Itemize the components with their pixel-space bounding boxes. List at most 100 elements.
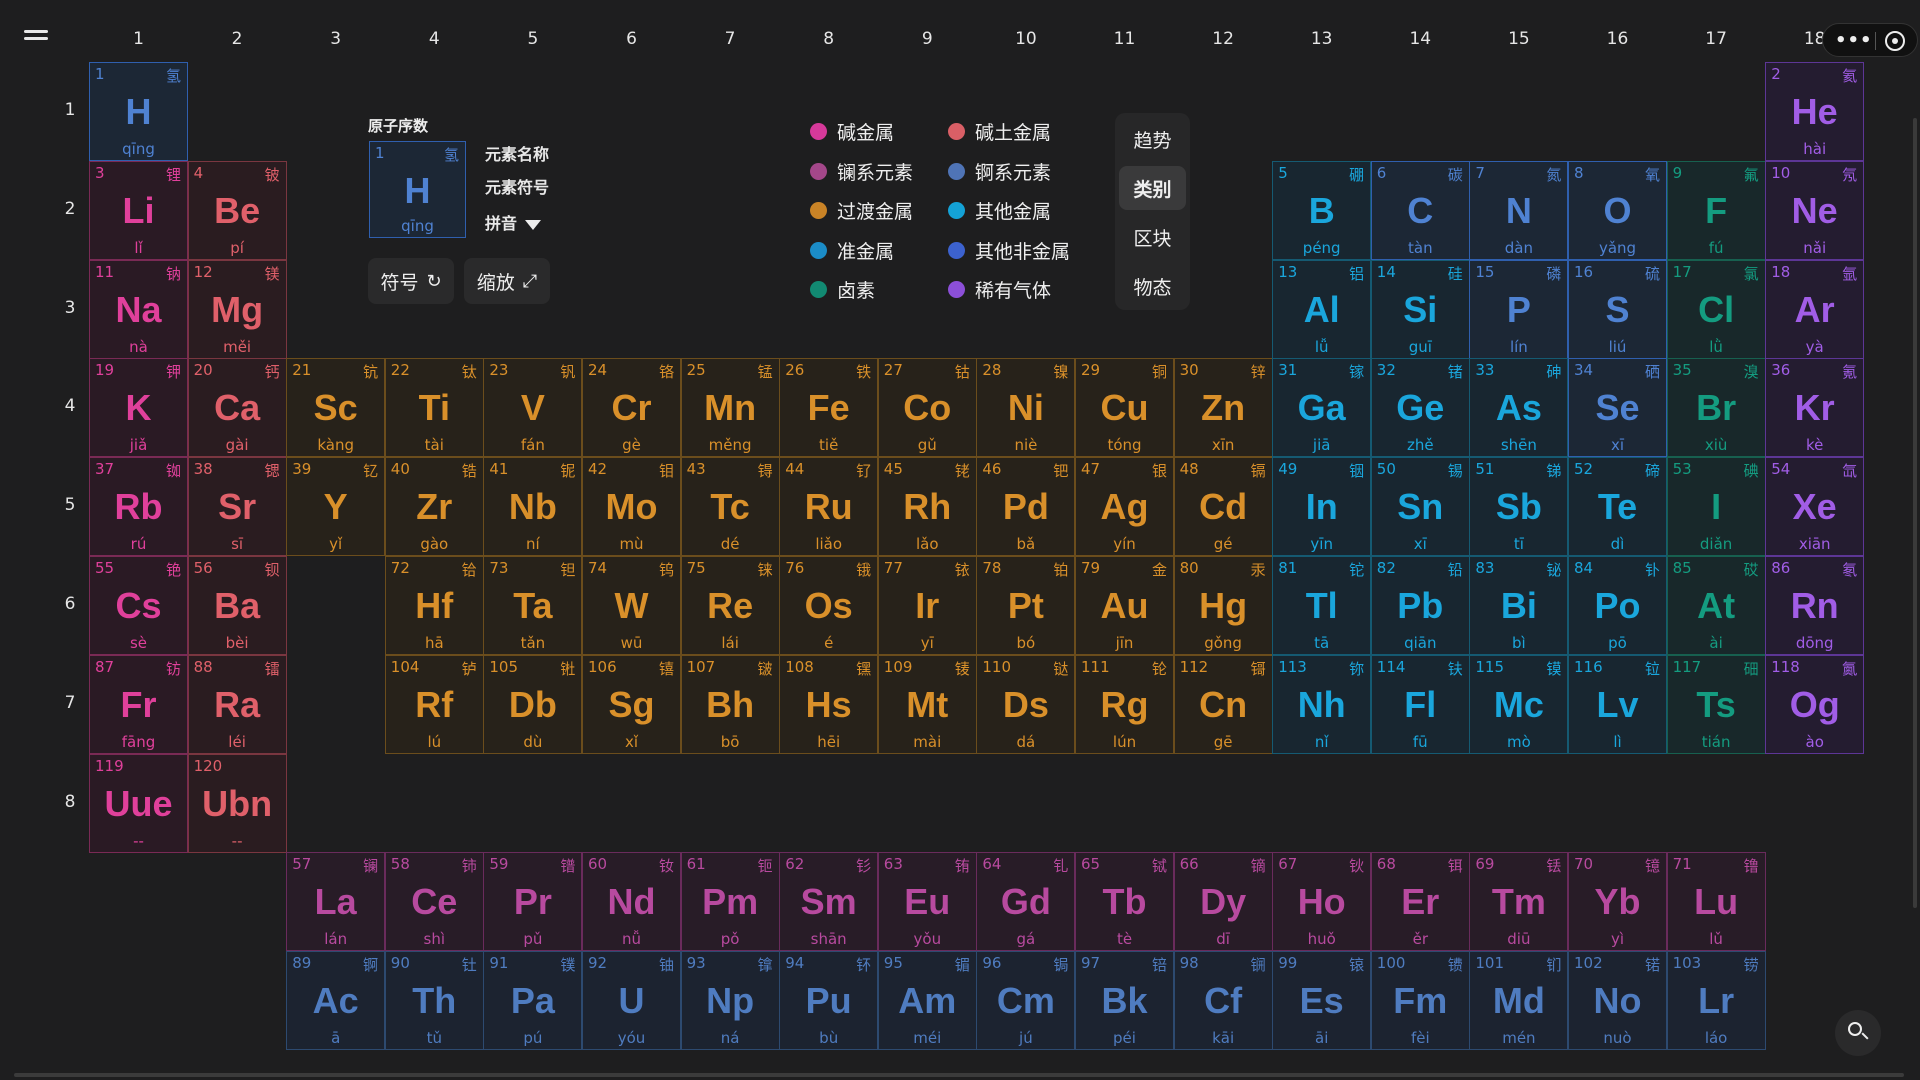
element-cell-og[interactable]: 118 鿫 Og ào bbox=[1765, 654, 1865, 754]
element-cell-w[interactable]: 74 钨 Wwū bbox=[582, 556, 681, 655]
element-cell-o[interactable]: 8 氧 Oyǎng bbox=[1568, 160, 1667, 260]
element-cell-eu[interactable]: 63 铕 Eu yǒu bbox=[877, 852, 977, 952]
element-cell-ge[interactable]: 32 锗 Ge zhě bbox=[1370, 358, 1470, 458]
element-cell-c[interactable]: 6 碳 Ctàn bbox=[1370, 160, 1470, 260]
view-mode-tab[interactable]: 区块 bbox=[1119, 215, 1186, 259]
element-cell-cs[interactable]: 55 铯 Cs sè bbox=[89, 556, 188, 655]
element-cell-kr[interactable]: 36 氪 Kr kè bbox=[1765, 358, 1865, 458]
element-cell-na[interactable]: 11 钠 Na nà bbox=[89, 259, 188, 359]
element-cell-nb[interactable]: 41 铌 Nb ní bbox=[483, 457, 583, 557]
element-cell-co[interactable]: 27 钴 Co gǔ bbox=[877, 358, 977, 458]
element-cell-zn[interactable]: 30 锌 Zn xīn bbox=[1173, 358, 1273, 458]
element-cell-al[interactable]: 13 铝 Al lǚ bbox=[1272, 259, 1372, 359]
element-cell-au[interactable]: 79 金 Au jīn bbox=[1075, 556, 1174, 655]
legend-item[interactable]: 锕系元素 bbox=[948, 158, 1051, 185]
element-cell-uue[interactable]: 119 Uue -- bbox=[89, 753, 188, 853]
element-cell-k[interactable]: 19 钾 Kjiǎ bbox=[89, 358, 188, 458]
view-mode-tab[interactable]: 物态 bbox=[1119, 264, 1186, 308]
element-cell-ar[interactable]: 18 氩 Ar yà bbox=[1765, 259, 1865, 359]
legend-item[interactable]: 过渡金属 bbox=[810, 197, 913, 224]
element-cell-ho[interactable]: 67 钬 Ho huǒ bbox=[1272, 852, 1372, 952]
legend-item[interactable]: 碱金属 bbox=[810, 118, 894, 145]
element-cell-ni[interactable]: 28 镍 Ni niè bbox=[976, 358, 1076, 458]
element-cell-mt[interactable]: 109 鿏 Mt mài bbox=[877, 654, 977, 754]
element-cell-hf[interactable]: 72 铪 Hf hā bbox=[384, 556, 484, 655]
element-cell-md[interactable]: 101 钔 Md mén bbox=[1469, 951, 1569, 1051]
element-cell-p[interactable]: 15 磷 Plín bbox=[1469, 259, 1569, 359]
search-button[interactable] bbox=[1835, 1010, 1881, 1056]
element-cell-ag[interactable]: 47 银 Ag yín bbox=[1075, 457, 1174, 557]
element-cell-sr[interactable]: 38 锶 Sr sī bbox=[187, 457, 287, 557]
element-cell-cm[interactable]: 96 锔 Cm jú bbox=[976, 951, 1076, 1051]
element-cell-po[interactable]: 84 钋 Po pō bbox=[1568, 556, 1667, 655]
element-cell-rb[interactable]: 37 铷 Rb rú bbox=[89, 457, 188, 557]
element-cell-ca[interactable]: 20 钙 Ca gài bbox=[187, 358, 287, 458]
element-cell-mn[interactable]: 25 锰 Mn měng bbox=[680, 358, 780, 458]
element-cell-pt[interactable]: 78 铂 Pt bó bbox=[976, 556, 1076, 655]
element-cell-br[interactable]: 35 溴 Br xiù bbox=[1666, 358, 1766, 458]
legend-item[interactable]: 其他非金属 bbox=[948, 237, 1070, 264]
legend-item[interactable]: 镧系元素 bbox=[810, 158, 913, 185]
element-cell-ac[interactable]: 89 锕 Ac ā bbox=[286, 951, 386, 1051]
element-cell-mg[interactable]: 12 镁 Mg měi bbox=[187, 259, 287, 359]
element-cell-cr[interactable]: 24 铬 Cr gè bbox=[582, 358, 681, 458]
element-cell-os[interactable]: 76 锇 Os é bbox=[779, 556, 879, 655]
element-cell-lr[interactable]: 103 铹 Lr láo bbox=[1666, 951, 1766, 1051]
element-cell-sg[interactable]: 106 𬭳 Sg xǐ bbox=[582, 654, 681, 754]
legend-item[interactable]: 卤素 bbox=[810, 276, 875, 303]
element-cell-sb[interactable]: 51 锑 Sb tī bbox=[1469, 457, 1569, 557]
element-cell-bk[interactable]: 97 锫 Bk péi bbox=[1075, 951, 1174, 1051]
legend-item[interactable]: 其他金属 bbox=[948, 197, 1051, 224]
element-cell-am[interactable]: 95 镅 Am méi bbox=[877, 951, 977, 1051]
element-cell-li[interactable]: 3 锂 Li lǐ bbox=[89, 160, 188, 260]
element-cell-pa[interactable]: 91 镤 Pa pú bbox=[483, 951, 583, 1051]
element-cell-se[interactable]: 34 硒 Se xī bbox=[1568, 358, 1667, 458]
element-cell-lu[interactable]: 71 镥 Lu lǔ bbox=[1666, 852, 1766, 952]
element-cell-cn[interactable]: 112 鿔 Cn gē bbox=[1173, 654, 1273, 754]
element-cell-pu[interactable]: 94 钚 Pu bù bbox=[779, 951, 879, 1051]
element-cell-bi[interactable]: 83 铋 Bi bì bbox=[1469, 556, 1569, 655]
element-cell-sn[interactable]: 50 锡 Sn xī bbox=[1370, 457, 1470, 557]
pinyin-dropdown[interactable]: 拼音 bbox=[485, 210, 542, 234]
element-cell-rn[interactable]: 86 氡 Rn dōng bbox=[1765, 556, 1865, 655]
element-cell-mc[interactable]: 115 镆 Mc mò bbox=[1469, 654, 1569, 754]
element-cell-nh[interactable]: 113 鿭 Nh nǐ bbox=[1272, 654, 1372, 754]
element-cell-lv[interactable]: 116 𫟷 Lv lì bbox=[1568, 654, 1667, 754]
element-cell-cu[interactable]: 29 铜 Cu tóng bbox=[1075, 358, 1174, 458]
element-cell-tl[interactable]: 81 铊 Tl tā bbox=[1272, 556, 1372, 655]
element-cell-ne[interactable]: 10 氖 Ne nǎi bbox=[1765, 160, 1865, 260]
element-cell-n[interactable]: 7 氮 Ndàn bbox=[1469, 160, 1569, 260]
element-cell-bh[interactable]: 107 𬭛 Bh bō bbox=[680, 654, 780, 754]
element-cell-th[interactable]: 90 钍 Th tǔ bbox=[384, 951, 484, 1051]
element-cell-he[interactable]: 2 氦 He hài bbox=[1765, 62, 1865, 161]
element-cell-ga[interactable]: 31 镓 Ga jiā bbox=[1272, 358, 1372, 458]
element-cell-np[interactable]: 93 镎 Np ná bbox=[680, 951, 780, 1051]
element-cell-h[interactable]: 1 氢 Hqīng bbox=[89, 62, 188, 161]
element-cell-te[interactable]: 52 碲 Te dì bbox=[1568, 457, 1667, 557]
more-icon[interactable]: ••• bbox=[1835, 30, 1873, 51]
vertical-scrollbar[interactable] bbox=[1913, 118, 1917, 908]
element-cell-at[interactable]: 85 砹 At ài bbox=[1666, 556, 1766, 655]
element-cell-ru[interactable]: 44 钌 Ru liǎo bbox=[779, 457, 879, 557]
menu-icon[interactable] bbox=[24, 30, 48, 48]
element-cell-fr[interactable]: 87 钫 Fr fāng bbox=[89, 654, 188, 754]
element-cell-ti[interactable]: 22 钛 Ti tài bbox=[384, 358, 484, 458]
element-cell-zr[interactable]: 40 锆 Zr gào bbox=[384, 457, 484, 557]
element-cell-fe[interactable]: 26 铁 Fe tiě bbox=[779, 358, 879, 458]
element-cell-rf[interactable]: 104 𬬻 Rf lú bbox=[384, 654, 484, 754]
element-cell-la[interactable]: 57 镧 La lán bbox=[286, 852, 386, 952]
element-cell-sm[interactable]: 62 钐 Sm shān bbox=[779, 852, 879, 952]
element-cell-fl[interactable]: 114 𫓧 Fl fū bbox=[1370, 654, 1470, 754]
element-cell-si[interactable]: 14 硅 Si guī bbox=[1370, 259, 1470, 359]
element-cell-xe[interactable]: 54 氙 Xe xiān bbox=[1765, 457, 1865, 557]
element-cell-nd[interactable]: 60 钕 Nd nǚ bbox=[582, 852, 681, 952]
element-cell-v[interactable]: 23 钒 Vfán bbox=[483, 358, 583, 458]
zoom-button[interactable]: 缩放 ⤢ bbox=[464, 258, 550, 304]
element-cell-rh[interactable]: 45 铑 Rh lǎo bbox=[877, 457, 977, 557]
element-cell-cl[interactable]: 17 氯 Cl lǜ bbox=[1666, 259, 1766, 359]
element-cell-gd[interactable]: 64 钆 Gd gá bbox=[976, 852, 1076, 952]
element-cell-tc[interactable]: 43 锝 Tc dé bbox=[680, 457, 780, 557]
element-cell-u[interactable]: 92 铀 Uyóu bbox=[582, 951, 681, 1051]
element-cell-mo[interactable]: 42 钼 Mo mù bbox=[582, 457, 681, 557]
element-cell-i[interactable]: 53 碘 Idiǎn bbox=[1666, 457, 1766, 557]
